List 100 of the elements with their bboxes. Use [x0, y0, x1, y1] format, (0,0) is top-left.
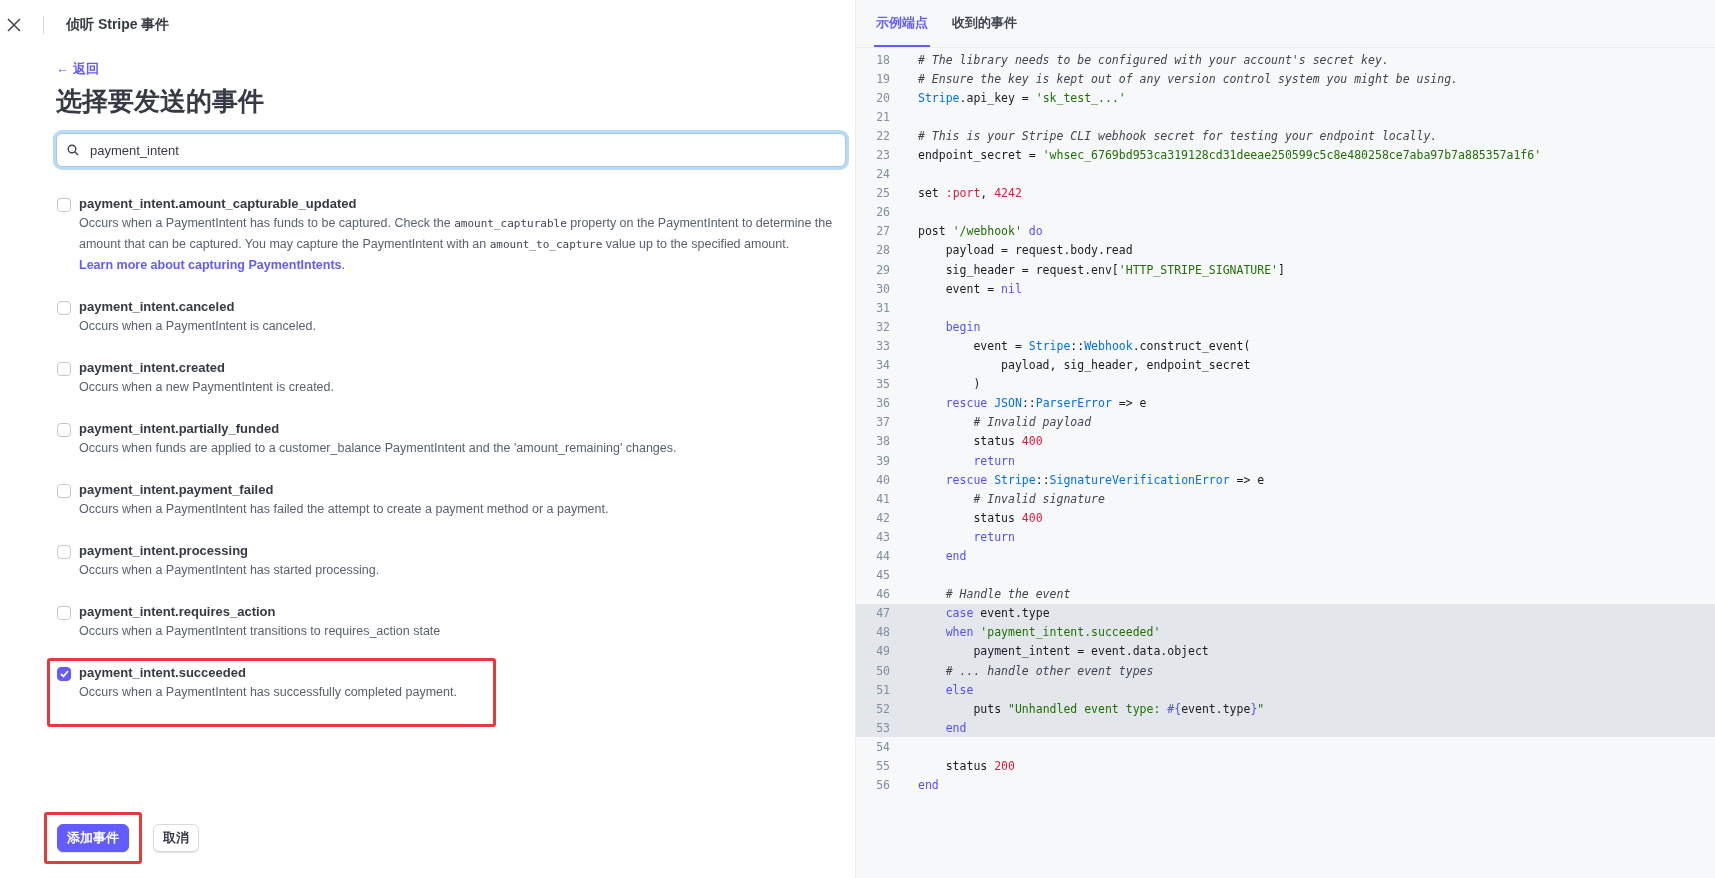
line-number: 55	[875, 759, 891, 773]
code-line: payment_intent = event.data.object	[972, 644, 1209, 659]
code-line: status 400	[972, 510, 1043, 525]
line-number: 27	[875, 224, 891, 239]
code-line: payload, sig_header, endpoint_secret	[1000, 358, 1251, 373]
line-number: 43	[875, 529, 891, 544]
event-checkbox[interactable]	[57, 545, 71, 559]
event-description: Occurs when a PaymentIntent has funds to be captured. Check the amount_capturable property on the PaymentIntent to determine the amount that can be captured. You may capture the PaymentIntent with an amount_to_capture value up to the specified amount. Learn more about capturing PaymentIntents.	[79, 215, 834, 274]
code-line: )	[972, 377, 981, 392]
code-line: when 'payment_intent.succeeded'	[944, 625, 1161, 640]
line-number: 29	[875, 262, 891, 277]
page-heading: 选择要发送的事件	[56, 85, 265, 118]
line-number: 41	[875, 491, 891, 506]
line-number: 23	[875, 148, 891, 162]
event-description: Occurs when a PaymentIntent has failed the attempt to create a payment method or a payment.	[79, 501, 609, 518]
line-number: 33	[875, 338, 891, 353]
line-number: 40	[875, 472, 891, 487]
line-number: 46	[875, 587, 891, 602]
code-line: sig_header = request.env['HTTP_STRIPE_SIGNATURE']	[944, 262, 1285, 277]
code-line: Stripe.api_key = 'sk_test_...'	[918, 90, 1126, 105]
code-line: payload = request.body.read	[944, 243, 1133, 258]
close-icon[interactable]	[7, 18, 21, 32]
line-number: 24	[875, 167, 891, 182]
code-line: status 200	[944, 759, 1015, 773]
search-icon	[67, 144, 79, 156]
line-number: 39	[875, 453, 891, 468]
tab[interactable]: 收到的事件	[950, 0, 1019, 47]
code-line: rescue Stripe::SignatureVerificationError => e	[944, 472, 1265, 487]
line-number: 19	[875, 71, 891, 86]
line-number: 53	[875, 720, 891, 735]
event-checkbox[interactable]	[57, 362, 71, 376]
event-description: Occurs when a PaymentIntent has started processing.	[79, 562, 380, 579]
code-line: status 400	[972, 434, 1043, 449]
code-line: endpoint_secret = 'whsec_6769bd953ca319128cd31deeae250599c5c8e480258ce7aba97b7a885357a1f6'	[918, 148, 1542, 162]
code-line: event = nil	[944, 281, 1022, 296]
code-line: # Invalid payload	[972, 415, 1092, 430]
event-description: Occurs when a PaymentIntent transitions to requires_action state	[79, 623, 441, 640]
event-name: payment_intent.amount_capturable_updated	[79, 196, 358, 211]
line-number: 48	[875, 625, 891, 640]
line-number: 44	[875, 549, 891, 563]
code-line: set :port, 4242	[918, 186, 1022, 201]
line-number: 36	[875, 396, 891, 411]
code-line: rescue JSON::ParserError => e	[944, 396, 1147, 411]
code-line: # ... handle other event types	[944, 663, 1154, 678]
line-number: 45	[875, 568, 891, 583]
line-number: 51	[875, 682, 891, 697]
code-line: case event.type	[944, 606, 1050, 621]
event-name: payment_intent.canceled	[79, 299, 236, 314]
code-line: event = Stripe::Webhook.construct_event(	[972, 338, 1251, 353]
line-number: 47	[875, 606, 891, 621]
cancel-button[interactable]: 取消	[153, 824, 199, 852]
line-number: 37	[875, 415, 891, 430]
event-description: Occurs when a PaymentIntent is canceled.	[79, 318, 316, 335]
event-checkbox[interactable]	[57, 301, 71, 315]
line-number: 21	[875, 109, 891, 124]
line-number: 31	[875, 300, 891, 315]
event-checkbox[interactable]	[57, 667, 71, 681]
line-number: 34	[875, 358, 891, 373]
line-number: 49	[875, 644, 891, 659]
line-number: 18	[875, 52, 891, 67]
event-name: payment_intent.partially_funded	[79, 421, 281, 436]
event-name: payment_intent.processing	[79, 543, 250, 558]
event-name: payment_intent.succeeded	[79, 665, 247, 680]
event-description: Occurs when a new PaymentIntent is created.	[79, 379, 334, 396]
line-number: 35	[875, 377, 891, 392]
line-number: 22	[875, 128, 891, 143]
code-line: end	[918, 778, 939, 793]
code-line: else	[944, 682, 974, 697]
line-number: 25	[875, 186, 891, 201]
line-number: 30	[875, 281, 891, 296]
add-events-button[interactable]: 添加事件	[57, 824, 129, 852]
line-number: 20	[875, 90, 891, 105]
event-name: payment_intent.payment_failed	[79, 482, 275, 497]
line-number: 26	[875, 205, 891, 220]
event-name: payment_intent.created	[79, 360, 226, 375]
panel-title: 侦听 Stripe 事件	[66, 16, 170, 34]
code-line: # Invalid signature	[972, 491, 1105, 506]
line-number: 56	[875, 778, 891, 793]
line-number: 52	[875, 701, 891, 716]
code-line: puts "Unhandled event type: #{event.type}"	[972, 701, 1265, 716]
event-checkbox[interactable]	[57, 484, 71, 498]
event-checkbox[interactable]	[57, 198, 71, 212]
learn-more-link[interactable]: Learn more about capturing PaymentIntents	[79, 258, 342, 272]
code-line: post '/webhook' do	[918, 224, 1043, 239]
event-description: Occurs when funds are applied to a customer_balance PaymentIntent and the 'amount_remaining' changes.	[79, 440, 677, 457]
code-line: # Handle the event	[944, 587, 1071, 602]
code-line: begin	[944, 319, 981, 334]
code-line: # The library needs to be configured with your account's secret key.	[918, 52, 1389, 67]
code-line: end	[944, 549, 967, 563]
tab[interactable]: 示例端点	[874, 0, 930, 47]
line-number: 28	[875, 243, 891, 258]
event-checkbox[interactable]	[57, 423, 71, 437]
code-line: return	[972, 453, 1015, 468]
back-link[interactable]: ← 返回	[56, 60, 99, 78]
line-number: 42	[875, 510, 891, 525]
search-field[interactable]: payment_intent	[56, 133, 846, 167]
event-checkbox[interactable]	[57, 606, 71, 620]
code-line: return	[972, 529, 1015, 544]
line-number: 38	[875, 434, 891, 449]
event-description: Occurs when a PaymentIntent has successfully completed payment.	[79, 684, 457, 701]
